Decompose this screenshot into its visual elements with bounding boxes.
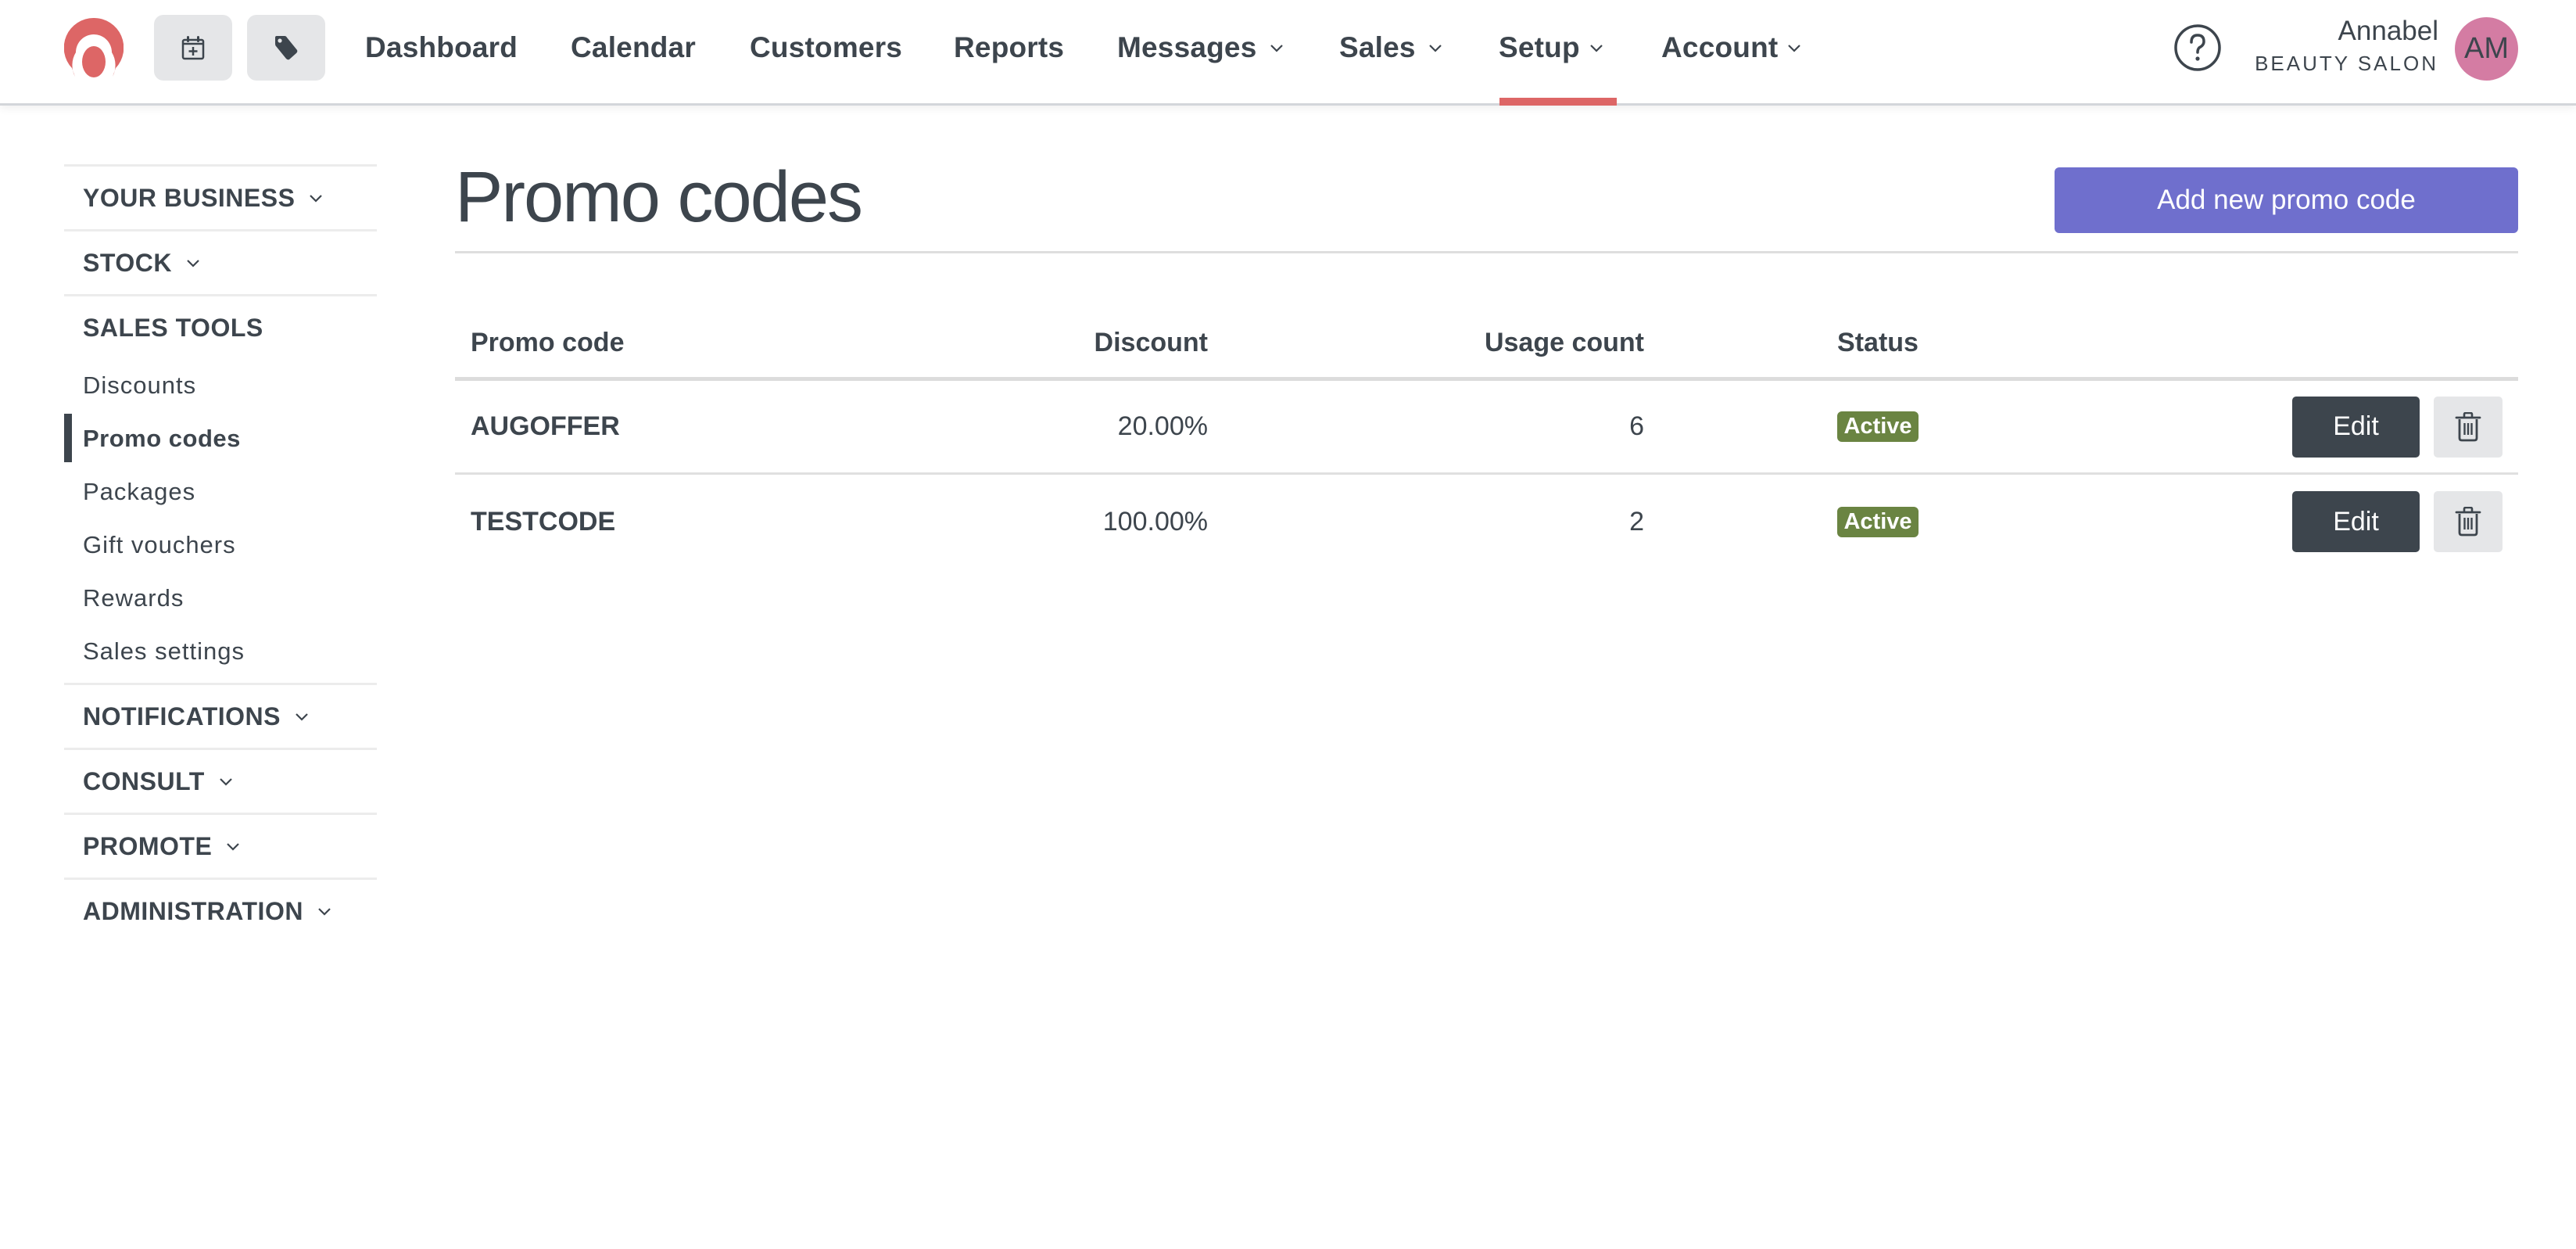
sidebar-section-promote: PROMOTE — [64, 813, 377, 878]
user-name[interactable]: Annabel — [2338, 16, 2438, 47]
column-header-usage-count: Usage count — [1484, 328, 1644, 357]
sidebar-toggle-consult[interactable]: CONSULT — [64, 750, 377, 813]
nav-messages-label: Messages — [1117, 31, 1257, 63]
nav-reports[interactable]: Reports — [954, 28, 1064, 67]
nav-sales-label: Sales — [1339, 31, 1416, 63]
table-header-row: Promo code Discount Usage count Status — [455, 309, 2518, 381]
chevron-down-icon — [1428, 41, 1442, 55]
sidebar-toggle-your-business[interactable]: YOUR BUSINESS — [64, 167, 377, 229]
sidebar-item-sales-settings[interactable]: Sales settings — [64, 625, 377, 678]
column-header-promo-code: Promo code — [471, 328, 625, 357]
sidebar-section-administration: ADMINISTRATION — [64, 878, 377, 942]
tag-icon — [275, 36, 298, 60]
add-promo-code-button[interactable]: Add new promo code — [2055, 167, 2518, 233]
promo-code-cell: AUGOFFER — [471, 411, 620, 441]
sidebar-item-packages[interactable]: Packages — [64, 465, 377, 519]
nav-dashboard-label: Dashboard — [365, 31, 518, 63]
nav-setup-label: Setup — [1499, 31, 1580, 63]
nav-dashboard[interactable]: Dashboard — [365, 28, 518, 67]
status-cell: Active — [1831, 381, 1925, 472]
header-divider — [455, 251, 2518, 253]
sidebar-toggle-promote[interactable]: PROMOTE — [64, 815, 377, 878]
chevron-down-icon — [317, 904, 331, 918]
usage-count-cell: 6 — [1629, 411, 1644, 441]
sidebar-section-stock: STOCK — [64, 229, 377, 294]
active-nav-indicator — [1499, 98, 1617, 106]
sidebar-section-consult: CONSULT — [64, 748, 377, 813]
sidebar-item-rewards[interactable]: Rewards — [64, 572, 377, 625]
brand-logo[interactable] — [64, 18, 124, 77]
nav-calendar[interactable]: Calendar — [571, 28, 696, 67]
column-header-status: Status — [1837, 328, 1919, 357]
sidebar-toggle-stock[interactable]: STOCK — [64, 231, 377, 294]
trash-icon — [2455, 411, 2481, 441]
delete-button[interactable] — [2434, 396, 2503, 458]
sidebar-heading-sales-tools: SALES TOOLS — [64, 296, 377, 359]
business-name: BEAUTY SALON — [2255, 52, 2438, 75]
status-badge: Active — [1837, 411, 1919, 442]
sidebar-toggle-notifications[interactable]: NOTIFICATIONS — [64, 685, 377, 748]
nav-calendar-label: Calendar — [571, 31, 696, 63]
page-title: Promo codes — [455, 157, 863, 237]
chevron-down-icon — [226, 839, 240, 853]
nav-reports-label: Reports — [954, 31, 1065, 63]
chevron-down-icon — [1589, 41, 1603, 55]
promo-code-cell: TESTCODE — [471, 506, 616, 537]
edit-button[interactable]: Edit — [2292, 491, 2420, 552]
sidebar-section-label: ADMINISTRATION — [83, 896, 303, 925]
sidebar-toggle-administration[interactable]: ADMINISTRATION — [64, 880, 377, 942]
sidebar-section-label: CONSULT — [83, 766, 205, 795]
edit-button[interactable]: Edit — [2292, 396, 2420, 458]
sidebar-item-gift-vouchers[interactable]: Gift vouchers — [64, 519, 377, 572]
sidebar-section-label: STOCK — [83, 248, 172, 277]
sidebar-section-notifications: NOTIFICATIONS — [64, 683, 377, 748]
table-row: AUGOFFER 20.00% 6 Active Edit — [455, 381, 2518, 475]
settings-sidebar: YOUR BUSINESS STOCK SALES TOOLS Discount… — [64, 164, 377, 942]
sidebar-item-promo-codes[interactable]: Promo codes — [64, 412, 377, 465]
new-appointment-button[interactable] — [154, 15, 232, 81]
sidebar-section-sales-tools: SALES TOOLS Discounts Promo codes Packag… — [64, 294, 377, 683]
user-avatar[interactable]: AM — [2455, 17, 2518, 81]
table-row: TESTCODE 100.00% 2 Active Edit — [455, 475, 2518, 569]
sidebar-section-label: YOUR BUSINESS — [83, 183, 296, 212]
delete-button[interactable] — [2434, 491, 2503, 552]
chevron-down-icon — [309, 191, 323, 205]
chevron-down-icon — [219, 774, 233, 788]
sidebar-item-discounts[interactable]: Discounts — [64, 359, 377, 412]
chevron-down-icon — [1270, 41, 1284, 55]
nav-setup[interactable]: Setup — [1499, 28, 1603, 67]
sidebar-section-label: SALES TOOLS — [83, 313, 263, 342]
top-navigation-bar: Dashboard Calendar Customers Reports Mes… — [0, 0, 2576, 106]
chevron-down-icon — [186, 256, 200, 270]
nav-customers-label: Customers — [750, 31, 903, 63]
sidebar-section-your-business: YOUR BUSINESS — [64, 164, 377, 229]
chevron-down-icon — [1787, 41, 1801, 55]
column-header-discount: Discount — [1094, 328, 1208, 357]
sidebar-section-label: NOTIFICATIONS — [83, 702, 281, 730]
usage-count-cell: 2 — [1629, 506, 1644, 537]
sidebar-section-label: PROMOTE — [83, 831, 213, 860]
row-actions: Edit — [2292, 381, 2503, 472]
nav-account-label: Account — [1661, 31, 1779, 63]
nav-customers[interactable]: Customers — [750, 28, 902, 67]
status-cell: Active — [1831, 475, 1925, 569]
chevron-down-icon — [295, 709, 309, 723]
nav-account[interactable]: Account — [1661, 28, 1801, 67]
discount-cell: 100.00% — [1102, 506, 1208, 537]
nav-sales[interactable]: Sales — [1339, 28, 1442, 67]
nav-messages[interactable]: Messages — [1117, 28, 1284, 67]
status-badge: Active — [1837, 506, 1919, 537]
promo-codes-table: Promo code Discount Usage count Status A… — [455, 309, 2518, 569]
calendar-plus-icon — [181, 36, 205, 60]
trash-icon — [2455, 507, 2481, 537]
discount-cell: 20.00% — [1117, 411, 1208, 441]
new-sale-button[interactable] — [247, 15, 325, 81]
row-actions: Edit — [2292, 475, 2503, 569]
question-circle-icon[interactable] — [2173, 23, 2222, 72]
